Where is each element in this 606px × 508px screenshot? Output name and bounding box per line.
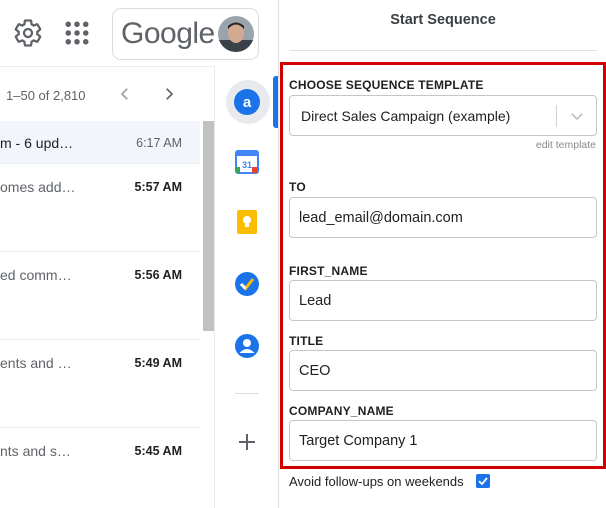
panel-divider xyxy=(289,50,597,51)
user-avatar[interactable] xyxy=(218,16,254,52)
mail-time: 5:56 AM xyxy=(134,268,182,282)
google-account-button[interactable]: Google xyxy=(112,8,259,60)
sequence-app-icon[interactable]: a xyxy=(233,88,261,116)
mail-subject: m - 6 upd… xyxy=(0,135,74,151)
gmail-topbar: Google xyxy=(0,0,278,66)
calendar-day: 31 xyxy=(242,160,252,170)
mail-time: 5:57 AM xyxy=(134,180,182,194)
add-icon[interactable] xyxy=(233,428,261,456)
mail-row[interactable]: m - 6 upd… 6:17 AM xyxy=(0,121,200,164)
panel-title: Start Sequence xyxy=(390,12,496,28)
red-highlight-box xyxy=(280,62,606,469)
mail-toolbar: 1–50 of 2,810 xyxy=(0,66,214,122)
avoid-weekends-checkbox[interactable] xyxy=(476,474,490,488)
side-panel-divider xyxy=(235,393,259,394)
mail-list-scrollbar[interactable] xyxy=(203,121,214,331)
side-panel-icons: a 31 xyxy=(214,66,279,508)
mail-subject: nts and s… xyxy=(0,443,71,459)
chevron-left-icon[interactable] xyxy=(116,85,134,103)
mail-time: 6:17 AM xyxy=(136,136,182,150)
svg-text:a: a xyxy=(243,94,252,111)
mail-row[interactable]: ents and … 5:49 AM xyxy=(0,341,200,428)
chevron-right-icon[interactable] xyxy=(160,85,178,103)
mail-time: 5:49 AM xyxy=(134,356,182,370)
google-logo: Google xyxy=(121,17,215,50)
pager-count: 1–50 of 2,810 xyxy=(6,88,86,103)
mail-row[interactable]: omes add… 5:57 AM xyxy=(0,165,200,252)
mail-time: 5:45 AM xyxy=(134,444,182,458)
apps-grid-icon[interactable] xyxy=(62,18,92,48)
calendar-icon[interactable]: 31 xyxy=(233,148,261,176)
tasks-icon[interactable] xyxy=(233,270,261,298)
contacts-icon[interactable] xyxy=(233,332,261,360)
mail-subject: ents and … xyxy=(0,355,72,371)
mail-row[interactable]: ed comm… 5:56 AM xyxy=(0,253,200,340)
mail-subject: omes add… xyxy=(0,179,76,195)
gear-icon[interactable] xyxy=(13,18,43,48)
mail-list: m - 6 upd… 6:17 AM omes add… 5:57 AM ed … xyxy=(0,121,200,508)
avoid-weekends-label: Avoid follow-ups on weekends xyxy=(289,474,464,489)
mail-row[interactable]: nts and s… 5:45 AM xyxy=(0,429,200,508)
keep-icon[interactable] xyxy=(233,208,261,236)
start-sequence-panel: Start Sequence CHOOSE SEQUENCE TEMPLATE … xyxy=(278,0,606,508)
mail-subject: ed comm… xyxy=(0,267,72,283)
